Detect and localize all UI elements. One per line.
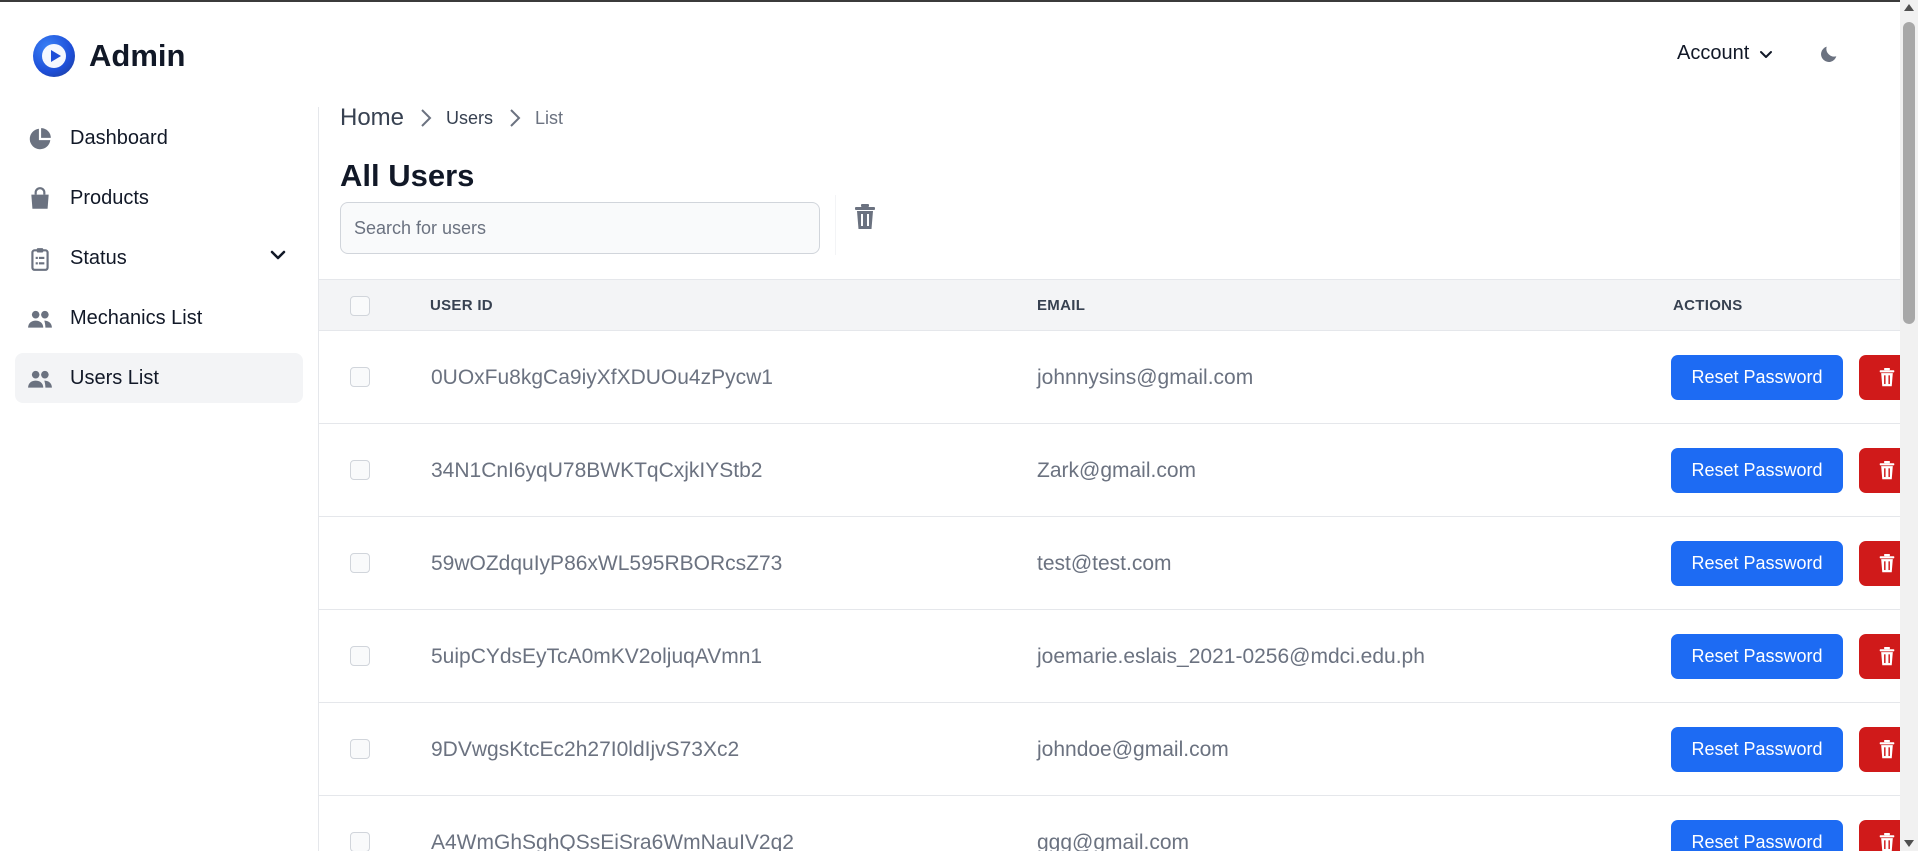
trash-icon	[1879, 461, 1895, 480]
chevron-right-icon	[509, 108, 521, 128]
breadcrumb-users[interactable]: Users	[446, 108, 493, 129]
users-table: USER ID EMAIL ACTIONS 0UOxFu8kgCa9iyXfXD…	[319, 279, 1918, 851]
clipboard-list-icon	[31, 248, 49, 271]
table-row: 9DVwgsKtcEc2h27I0ldIjvS73Xc2 johndoe@gma…	[319, 703, 1918, 796]
moon-icon	[1821, 46, 1837, 62]
page-title: All Users	[340, 158, 475, 193]
theme-toggle-button[interactable]	[1818, 43, 1840, 70]
sidebar-item-label: Mechanics List	[70, 307, 203, 329]
table-row: 5uipCYdsEyTcA0mKV2oljuqAVmn1 joemarie.es…	[319, 610, 1918, 703]
table-row: 0UOxFu8kgCa9iyXfXDUOu4zPycw1 johnnysins@…	[319, 331, 1918, 424]
toolbar-divider	[835, 195, 836, 255]
user-id-cell: 9DVwgsKtcEc2h27I0ldIjvS73Xc2	[431, 738, 740, 761]
email-cell: joemarie.eslais_2021-0256@mdci.edu.ph	[1037, 645, 1425, 668]
account-label: Account	[1677, 42, 1750, 64]
select-all-checkbox[interactable]	[350, 296, 370, 316]
user-id-cell: 0UOxFu8kgCa9iyXfXDUOu4zPycw1	[431, 366, 773, 389]
row-checkbox[interactable]	[350, 367, 370, 387]
sidebar-item-users-list[interactable]: Users List	[15, 353, 303, 403]
column-header-email[interactable]: EMAIL	[1037, 297, 1085, 314]
row-checkbox[interactable]	[350, 460, 370, 480]
column-header-user-id[interactable]: USER ID	[430, 297, 493, 314]
breadcrumb-list: List	[535, 107, 564, 128]
email-cell: test@test.com	[1037, 552, 1172, 575]
chevron-down-icon	[1760, 50, 1773, 58]
email-cell: Zark@gmail.com	[1037, 459, 1197, 482]
page-scrollbar[interactable]	[1900, 0, 1918, 851]
play-logo-icon	[42, 44, 66, 68]
users-icon	[28, 370, 52, 388]
sidebar-item-label: Users List	[70, 367, 159, 389]
row-checkbox[interactable]	[350, 832, 370, 851]
email-cell: ggg@gmail.com	[1037, 831, 1190, 851]
sidebar-item-products[interactable]: Products	[15, 173, 303, 223]
shopping-bag-icon	[31, 187, 49, 209]
trash-icon	[855, 204, 875, 229]
user-id-cell: 59wOZdquIyP86xWL595RBORcsZ73	[431, 552, 783, 575]
reset-password-button[interactable]: Reset Password	[1671, 541, 1843, 586]
search-input[interactable]	[340, 202, 820, 254]
email-cell: johnnysins@gmail.com	[1037, 366, 1254, 389]
row-checkbox[interactable]	[350, 739, 370, 759]
scrollbar-thumb[interactable]	[1903, 22, 1915, 324]
reset-password-button[interactable]: Reset Password	[1671, 727, 1843, 772]
pie-chart-icon	[29, 128, 51, 150]
scroll-up-arrow-icon[interactable]	[1904, 4, 1914, 11]
reset-password-button[interactable]: Reset Password	[1671, 820, 1843, 851]
row-checkbox[interactable]	[350, 553, 370, 573]
reset-password-button[interactable]: Reset Password	[1671, 634, 1843, 679]
trash-icon	[1879, 368, 1895, 387]
reset-password-button[interactable]: Reset Password	[1671, 448, 1843, 493]
table-row: 59wOZdquIyP86xWL595RBORcsZ73 test@test.c…	[319, 517, 1918, 610]
trash-icon	[1879, 833, 1895, 851]
scroll-down-arrow-icon[interactable]	[1904, 840, 1914, 847]
table-row: A4WmGhSghQSsEiSra6WmNauIV2q2 ggg@gmail.c…	[319, 796, 1918, 851]
chevron-right-icon	[420, 108, 432, 128]
bulk-delete-button[interactable]	[850, 202, 880, 232]
sidebar-item-dashboard[interactable]: Dashboard	[15, 113, 303, 163]
user-id-cell: 34N1CnI6yqU78BWKTqCxjkIYStb2	[431, 459, 763, 482]
breadcrumb: Home Users List	[340, 104, 563, 132]
reset-password-button[interactable]: Reset Password	[1671, 355, 1843, 400]
users-icon	[28, 310, 52, 328]
app-logo[interactable]	[33, 35, 75, 77]
breadcrumb-home[interactable]: Home	[340, 104, 404, 132]
user-id-cell: 5uipCYdsEyTcA0mKV2oljuqAVmn1	[431, 645, 763, 668]
table-row: 34N1CnI6yqU78BWKTqCxjkIYStb2 Zark@gmail.…	[319, 424, 1918, 517]
sidebar-item-label: Dashboard	[70, 127, 168, 149]
email-cell: johndoe@gmail.com	[1037, 738, 1229, 761]
trash-icon	[1879, 740, 1895, 759]
table-header: USER ID EMAIL ACTIONS	[319, 279, 1900, 331]
column-header-actions: ACTIONS	[1673, 297, 1743, 314]
chevron-down-icon	[270, 250, 286, 260]
brand-title[interactable]: Admin	[89, 38, 185, 74]
sidebar-item-status[interactable]: Status	[15, 233, 303, 283]
sidebar-item-label: Status	[70, 247, 127, 269]
row-checkbox[interactable]	[350, 646, 370, 666]
sidebar-item-mechanics-list[interactable]: Mechanics List	[15, 293, 303, 343]
trash-icon	[1879, 647, 1895, 666]
account-menu-button[interactable]: Account	[1677, 42, 1773, 65]
user-id-cell: A4WmGhSghQSsEiSra6WmNauIV2q2	[431, 831, 794, 851]
sidebar-item-label: Products	[70, 187, 149, 209]
top-header: Admin Account	[0, 2, 1900, 107]
sidebar: Dashboard Products Status Mechanics List…	[0, 107, 318, 851]
trash-icon	[1879, 554, 1895, 573]
